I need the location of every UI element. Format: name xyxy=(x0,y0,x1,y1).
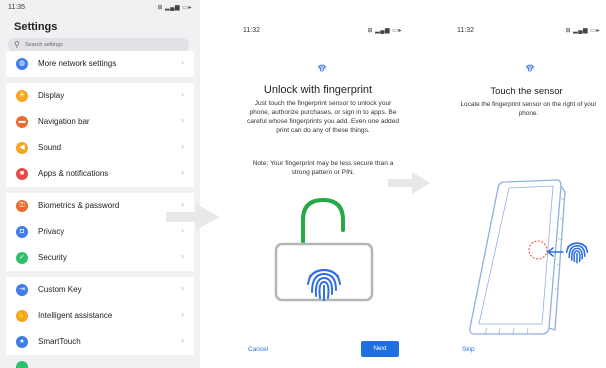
description-text: Just touch the fingerprint sensor to unl… xyxy=(246,100,400,134)
setting-item-security[interactable]: ✓ Security › xyxy=(6,245,194,271)
unlock-fingerprint-screen: 11:32 ⊞ ▂▄▆ ▭▸ Unlock with fingerprint J… xyxy=(228,0,408,368)
setting-item-display[interactable]: ☀ Display › xyxy=(6,83,194,109)
status-icons: ⊞ ▂▄▆ ▭▸ xyxy=(565,28,600,34)
apps-icon: ■ xyxy=(16,168,28,180)
page-title: Settings xyxy=(14,21,58,33)
chevron-right-icon: › xyxy=(181,251,184,261)
status-bar: 11:32 ⊞ ▂▄▆ ▭▸ xyxy=(228,0,408,34)
setting-item-apps-notifications[interactable]: ■ Apps & notifications › xyxy=(6,161,194,187)
custom-key-icon: ⇥ xyxy=(16,284,28,296)
chevron-right-icon: › xyxy=(181,141,184,151)
group-divider xyxy=(6,77,194,82)
settings-group-assist: ⇥ Custom Key › ✋ Intelligent assistance … xyxy=(6,277,194,355)
flow-arrow-icon xyxy=(388,172,430,194)
chevron-right-icon: › xyxy=(181,89,184,99)
settings-screen: 11:35 ⊞ ▂▄▆ ▭▸ Settings ⚲ ◍ More network… xyxy=(0,0,200,368)
cancel-button[interactable]: Cancel xyxy=(248,346,268,353)
skip-button[interactable]: Skip xyxy=(462,346,475,353)
key-icon: ⚿ xyxy=(16,200,28,212)
group-divider xyxy=(6,187,194,192)
sun-icon: ☀ xyxy=(16,90,28,102)
fingerprint-icon xyxy=(307,268,341,301)
setting-item-intelligent-assistance[interactable]: ✋ Intelligent assistance › xyxy=(6,303,194,329)
setting-item-sound[interactable]: ◀ Sound › xyxy=(6,135,194,161)
chevron-right-icon: › xyxy=(181,115,184,125)
page-title: Touch the sensor xyxy=(490,86,563,97)
fingerprint-icon xyxy=(565,242,589,264)
setting-item-label: Sound xyxy=(38,143,62,152)
setting-item-label: Navigation bar xyxy=(38,117,90,126)
status-bar: 11:32 ⊞ ▂▄▆ ▭▸ xyxy=(447,0,606,34)
setting-item-custom-key[interactable]: ⇥ Custom Key › xyxy=(6,277,194,303)
globe-icon: ◍ xyxy=(16,58,28,70)
status-time: 11:35 xyxy=(8,4,25,11)
chevron-right-icon: › xyxy=(181,167,184,177)
partial-row-icon xyxy=(16,361,28,368)
settings-group-network: ◍ More network settings › xyxy=(6,51,194,77)
setting-item-label: Intelligent assistance xyxy=(38,311,113,320)
search-icon: ⚲ xyxy=(14,40,20,49)
search-bar[interactable]: ⚲ xyxy=(8,38,189,52)
settings-group-device: ☀ Display › ▬ Navigation bar › ◀ Sound ›… xyxy=(6,83,194,187)
setting-item-navigation-bar[interactable]: ▬ Navigation bar › xyxy=(6,109,194,135)
status-icons: ⊞ ▂▄▆ ▭▸ xyxy=(157,5,192,11)
touch-icon: ● xyxy=(16,336,28,348)
search-input[interactable] xyxy=(25,39,175,51)
shield-icon: ✓ xyxy=(16,252,28,264)
group-divider xyxy=(6,271,194,276)
setting-item-label: Privacy xyxy=(38,227,65,236)
setting-item-label: Display xyxy=(38,91,65,100)
status-time: 11:32 xyxy=(457,27,474,34)
speaker-icon: ◀ xyxy=(16,142,28,154)
navigation-icon: ▬ xyxy=(16,116,28,128)
setting-item-label: Biometrics & password xyxy=(38,201,120,210)
next-button[interactable]: Next xyxy=(361,341,399,357)
setting-item-label: SmartTouch xyxy=(38,337,81,346)
setting-item-label: Apps & notifications xyxy=(38,169,109,178)
security-note: Note: Your fingerprint may be less secur… xyxy=(252,160,394,176)
hand-icon: ✋ xyxy=(16,310,28,322)
setting-item-label: Security xyxy=(38,253,67,262)
fingerprint-icon xyxy=(525,64,535,73)
flow-arrow-icon xyxy=(166,204,220,230)
touch-sensor-screen: 11:32 ⊞ ▂▄▆ ▭▸ Touch the sensor Locate t… xyxy=(447,0,606,368)
lock-icon: ◘ xyxy=(16,226,28,238)
setting-item-label: Custom Key xyxy=(38,285,82,294)
chevron-right-icon: › xyxy=(181,335,184,345)
page-title: Unlock with fingerprint xyxy=(263,84,373,96)
chevron-right-icon: › xyxy=(181,283,184,293)
status-bar: 11:35 ⊞ ▂▄▆ ▭▸ xyxy=(0,0,200,16)
description-text: Locate the fingerprint sensor on the rig… xyxy=(460,101,597,117)
chevron-right-icon: › xyxy=(181,309,184,319)
setting-item-label: More network settings xyxy=(38,59,117,68)
chevron-right-icon: › xyxy=(181,57,184,67)
fingerprint-icon xyxy=(317,64,327,73)
setting-item-smarttouch[interactable]: ● SmartTouch › xyxy=(6,329,194,355)
status-time: 11:32 xyxy=(243,27,260,34)
setting-item-more-network[interactable]: ◍ More network settings › xyxy=(6,51,194,77)
status-icons: ⊞ ▂▄▆ ▭▸ xyxy=(367,28,402,34)
